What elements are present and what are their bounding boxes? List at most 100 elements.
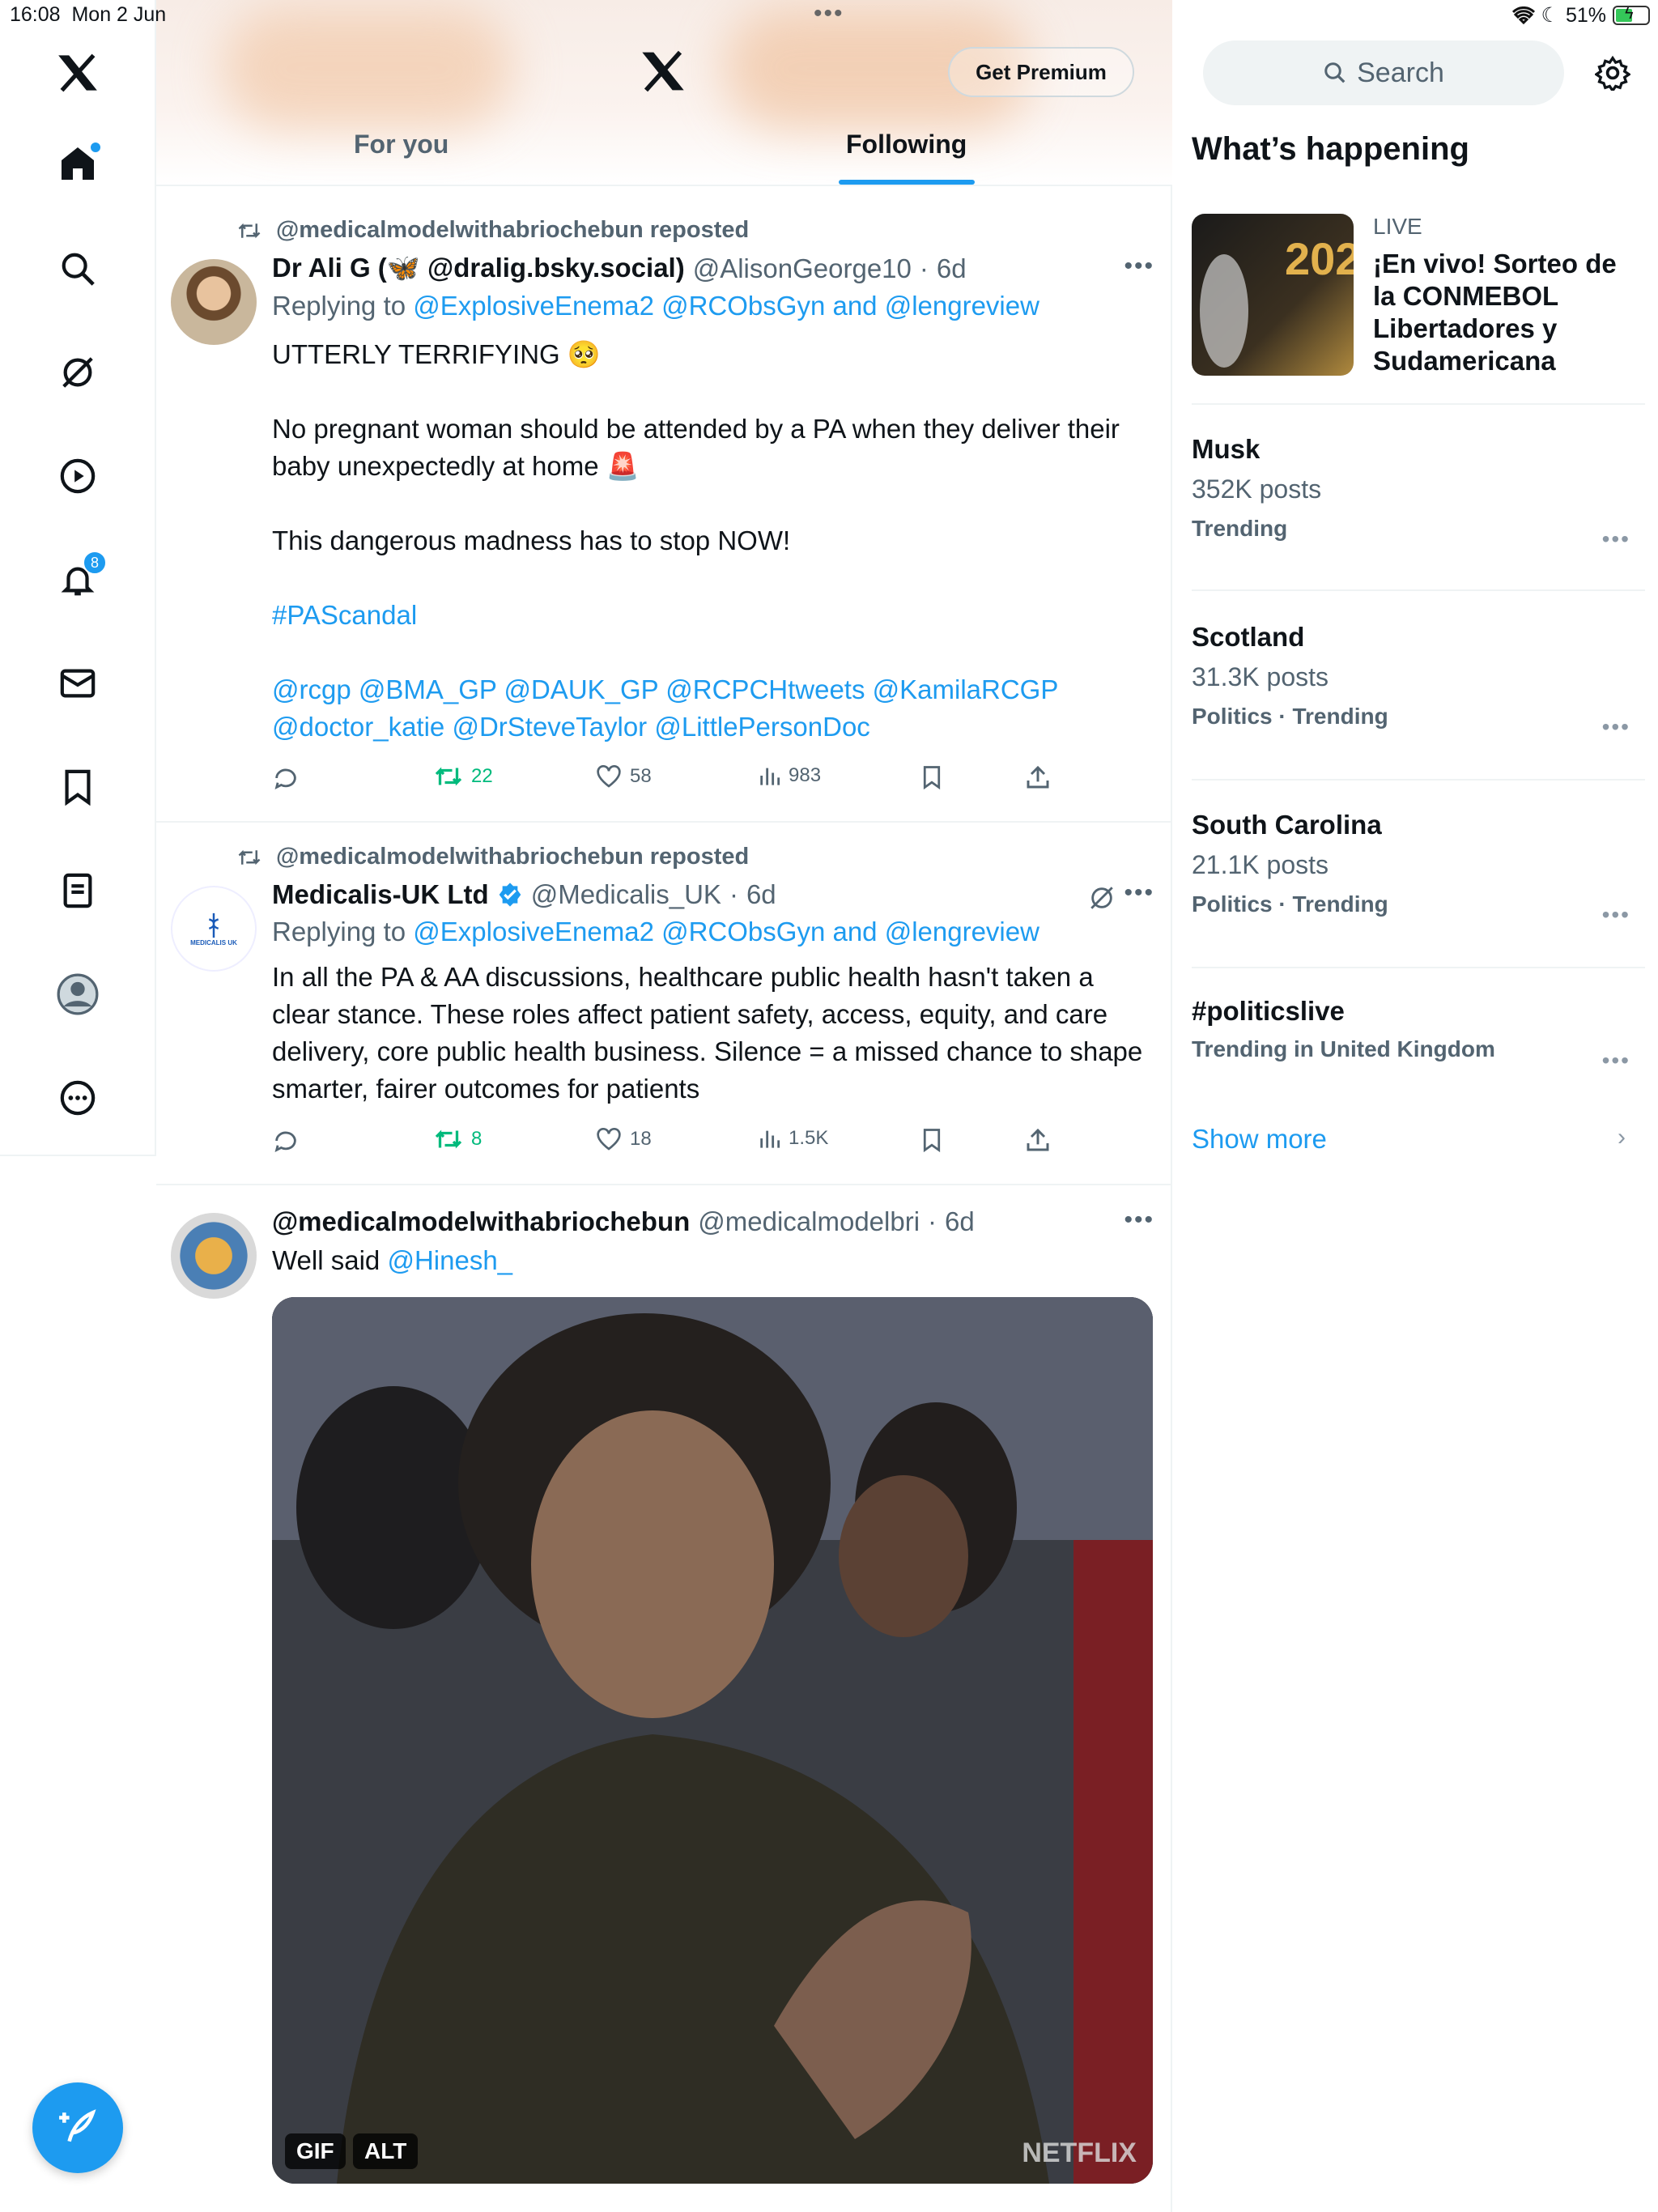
tweet[interactable]: @medicalmodelwithabriochebun reposted ME… (156, 823, 1172, 1185)
search-placeholder: Search (1357, 57, 1444, 88)
trend-category: Politics · Trending (1192, 891, 1388, 917)
trend-posts: 352K posts (1192, 474, 1322, 504)
lists-icon[interactable] (53, 866, 102, 915)
grok-icon[interactable] (53, 348, 102, 397)
verified-badge-icon (499, 883, 521, 907)
x-logo-icon[interactable] (53, 49, 102, 97)
feather-plus-icon (59, 2109, 96, 2142)
trend-more-button[interactable]: ••• (1602, 902, 1630, 928)
trend-item[interactable]: Musk 352K posts Trending ••• (1192, 405, 1645, 591)
timestamp[interactable]: 6d (937, 253, 967, 284)
views-button[interactable]: 1.5K (758, 1127, 828, 1150)
hashtag-link[interactable]: #PAScandal (272, 597, 1154, 634)
tweet-text: This dangerous madness has to stop NOW! (272, 525, 791, 555)
multitasking-dots[interactable]: ••• (814, 0, 844, 28)
reply-button[interactable] (272, 1127, 300, 1155)
search-input[interactable]: Search (1203, 40, 1564, 105)
get-premium-button[interactable]: Get Premium (948, 47, 1134, 97)
tab-for-you[interactable]: For you (354, 130, 449, 160)
handle[interactable]: @AlisonGeorge10 (693, 253, 912, 284)
retweet-button[interactable]: 22 (434, 764, 493, 789)
profile-icon[interactable] (53, 970, 102, 1019)
home-icon[interactable] (53, 139, 102, 188)
reply-mentions[interactable]: @ExplosiveEnema2 @RCObsGyn and @lengrevi… (413, 917, 1039, 946)
views-chart-icon (760, 1130, 780, 1148)
gif-media[interactable]: GIF ALT NETFLIX (272, 1297, 1153, 2184)
handle[interactable]: @Medicalis_UK (531, 879, 721, 910)
bookmark-icon (923, 1129, 941, 1153)
trend-item[interactable]: #politicslive Trending in United Kingdom… (1192, 968, 1645, 1098)
explore-icon[interactable] (53, 245, 102, 293)
bookmark-button[interactable] (920, 1127, 944, 1153)
more-options-button[interactable]: ••• (1124, 1206, 1154, 1234)
display-name[interactable]: Medicalis-UK Ltd (272, 879, 489, 910)
tweet-text: In all the PA & AA discussions, healthca… (272, 962, 1150, 1104)
trend-more-button[interactable]: ••• (1602, 526, 1630, 552)
display-name[interactable]: Dr Ali G (🦋 @dralig.bsky.social) (272, 253, 685, 284)
more-options-button[interactable]: ••• (1124, 879, 1154, 907)
share-icon (1027, 765, 1049, 789)
tweet-actions: 8 18 1.5K (272, 1127, 1114, 1159)
tweet[interactable]: @medicalmodelwithabriochebun reposted Dr… (156, 188, 1172, 823)
notifications-icon[interactable]: 8 (53, 551, 107, 604)
share-button[interactable] (1025, 764, 1051, 790)
live-event-card[interactable]: 202 LIVE ¡En vivo! Sorteo de la CONMEBOL… (1192, 212, 1645, 405)
trend-more-button[interactable]: ••• (1602, 714, 1630, 740)
mentions-links[interactable]: @rcgp @BMA_GP @DAUK_GP @RCPCHtweets @Kam… (272, 671, 1082, 746)
messages-icon[interactable] (53, 659, 102, 708)
bookmarks-icon[interactable] (53, 763, 102, 811)
like-button[interactable]: 18 (596, 1127, 652, 1151)
timestamp[interactable]: 6d (945, 1206, 975, 1237)
trend-posts: 21.1K posts (1192, 850, 1329, 879)
view-count: 1.5K (789, 1127, 829, 1149)
tweet-body: Dr Ali G (🦋 @dralig.bsky.social) @Alison… (272, 253, 1154, 746)
trend-item[interactable]: Scotland 31.3K posts Politics · Trending… (1192, 593, 1645, 781)
avatar[interactable] (171, 1213, 257, 1299)
notifications-badge: 8 (83, 551, 107, 575)
show-more-link[interactable]: Show more (1192, 1124, 1327, 1155)
timestamp[interactable]: 6d (746, 879, 776, 910)
tweet[interactable]: @medicalmodelwithabriochebun @medicalmod… (156, 1185, 1172, 2212)
tweet-body: Medicalis-UK Ltd @Medicalis_UK · 6d Repl… (272, 879, 1154, 1108)
views-button[interactable]: 983 (758, 764, 821, 787)
share-button[interactable] (1025, 1127, 1051, 1153)
avatar[interactable]: MEDICALIS UK (171, 886, 257, 972)
trend-name: Scotland (1192, 622, 1305, 652)
avatar[interactable] (171, 259, 257, 345)
more-options-button[interactable]: ••• (1124, 253, 1154, 280)
caduceus-icon (208, 912, 219, 938)
reply-button[interactable] (272, 764, 300, 792)
compose-button[interactable] (32, 2082, 123, 2173)
like-count: 18 (630, 1128, 652, 1150)
like-button[interactable]: 58 (596, 764, 652, 789)
grok-icon[interactable] (1088, 884, 1116, 912)
like-count: 58 (630, 765, 652, 787)
tweet-text: No pregnant woman should be attended by … (272, 414, 1128, 481)
display-name[interactable]: @medicalmodelwithabriochebun (272, 1206, 690, 1237)
trend-posts: 31.3K posts (1192, 662, 1329, 691)
alt-badge[interactable]: ALT (353, 2133, 419, 2169)
status-right: ☾ 51% ϟ (1511, 3, 1650, 28)
gif-badge: GIF (285, 2133, 346, 2169)
main-feed: Get Premium For you Following @medicalmo… (156, 0, 1172, 2212)
replying-to: Replying to @ExplosiveEnema2 @RCObsGyn a… (272, 291, 1039, 321)
bookmark-button[interactable] (920, 764, 944, 790)
chevron-right-icon: › (1618, 1124, 1626, 1151)
more-icon[interactable] (53, 1074, 102, 1122)
video-icon[interactable] (53, 452, 102, 500)
mention-link[interactable]: @Hinesh_ (387, 1245, 512, 1275)
gear-icon[interactable] (1595, 55, 1630, 91)
trend-more-button[interactable]: ••• (1602, 1048, 1630, 1074)
retweet-button[interactable]: 8 (434, 1127, 482, 1151)
handle[interactable]: @medicalmodelbri (698, 1206, 920, 1237)
trend-item[interactable]: South Carolina 21.1K posts Politics · Tr… (1192, 781, 1645, 968)
tweet-text: UTTERLY TERRIFYING 🥺 (272, 339, 601, 369)
heart-icon (597, 1128, 621, 1151)
tab-following[interactable]: Following (846, 130, 967, 160)
x-logo-icon[interactable] (640, 50, 686, 96)
moon-icon: ☾ (1541, 4, 1559, 27)
views-chart-icon (760, 768, 780, 785)
reply-mentions[interactable]: @ExplosiveEnema2 @RCObsGyn and @lengrevi… (413, 291, 1039, 321)
status-time: 16:08 Mon 2 Jun (10, 3, 167, 26)
view-count: 983 (789, 764, 822, 786)
